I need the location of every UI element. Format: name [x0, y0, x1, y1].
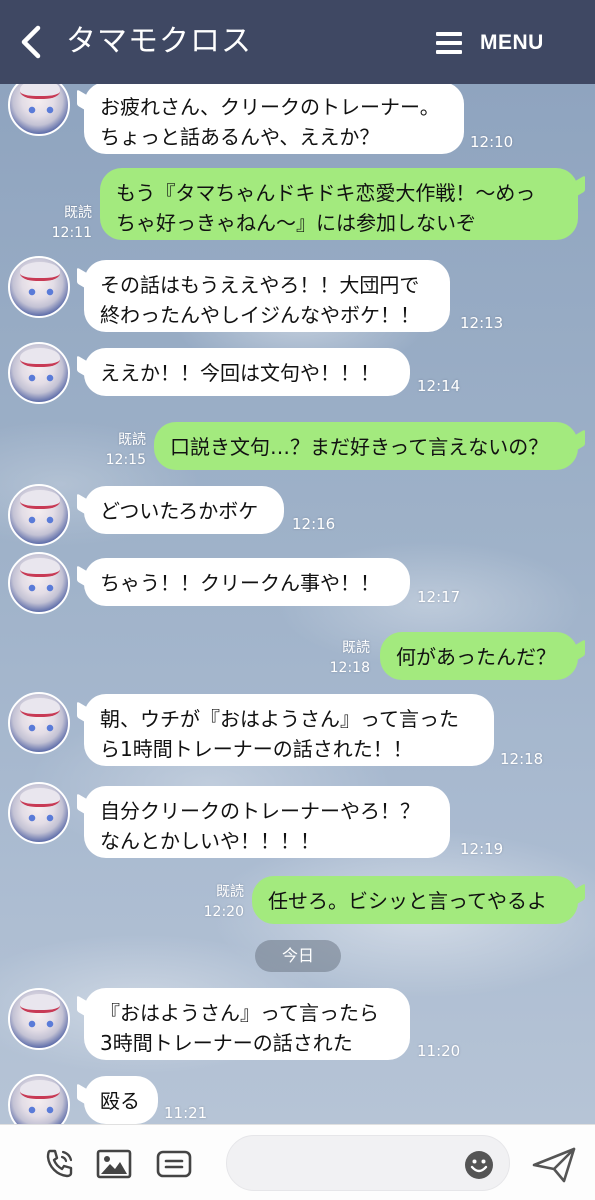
menu-button[interactable]: MENU	[436, 26, 544, 60]
message-bubble[interactable]: 任せろ。ビシッと言ってやるよ	[252, 876, 578, 924]
avatar[interactable]	[8, 552, 70, 614]
message-time: 12:20	[203, 904, 244, 920]
message-bubble[interactable]: 何があったんだ？	[380, 632, 578, 680]
message-bubble[interactable]: 朝、ウチが『おはようさん』って言った ら1時間トレーナーの話された！！	[84, 694, 494, 766]
avatar[interactable]	[8, 692, 70, 754]
message-bubble[interactable]: 『おはようさん』って言ったら 3時間トレーナーの話された	[84, 988, 410, 1060]
read-label: 既読	[118, 432, 146, 448]
message-bubble[interactable]: どついたろかボケ	[84, 486, 284, 534]
read-label: 既読	[216, 884, 244, 900]
message-time: 12:11	[51, 225, 92, 241]
message-time: 12:17	[417, 588, 461, 606]
send-icon[interactable]	[530, 1145, 578, 1185]
avatar[interactable]	[8, 84, 70, 136]
message-time: 12:14	[417, 377, 461, 395]
image-icon[interactable]	[96, 1147, 132, 1181]
message-bubble[interactable]: お疲れさん、クリークのトレーナー。 ちょっと話あるんや、ええか？	[84, 84, 464, 154]
read-receipt: 既読 12:11	[40, 203, 92, 243]
avatar[interactable]	[8, 256, 70, 318]
read-label: 既読	[64, 205, 92, 221]
message-time: 12:18	[500, 750, 544, 768]
message-time: 12:13	[460, 314, 504, 332]
avatar[interactable]	[8, 782, 70, 844]
chat-title: タマモクロス	[66, 24, 252, 59]
message-time: 12:10	[470, 133, 514, 151]
message-time: 12:19	[460, 840, 504, 858]
menu-box-icon[interactable]	[156, 1147, 192, 1181]
message-time: 11:20	[417, 1042, 461, 1060]
message-bubble[interactable]: 自分クリークのトレーナーやろ！？ なんとかしいや！！！！	[84, 786, 450, 858]
input-bar	[0, 1124, 595, 1200]
message-bubble[interactable]: 口説き文句…？まだ好きって言えないの？	[154, 422, 578, 470]
message-bubble[interactable]: ええか！！今回は文句や！！！	[84, 348, 410, 396]
date-separator: 今日	[255, 940, 341, 972]
read-receipt: 既読 12:18	[318, 638, 370, 678]
avatar[interactable]	[8, 342, 70, 404]
message-time: 11:21	[164, 1104, 208, 1122]
chat-area[interactable]: お疲れさん、クリークのトレーナー。 ちょっと話あるんや、ええか？ 12:10 既…	[0, 84, 595, 1124]
avatar[interactable]	[8, 1074, 70, 1124]
message-bubble[interactable]: 殴る	[84, 1076, 158, 1124]
message-bubble[interactable]: ちゃう！！クリークん事や！！	[84, 558, 410, 606]
avatar[interactable]	[8, 988, 70, 1050]
message-bubble[interactable]: もう『タマちゃんドキドキ恋愛大作戦！〜めっ ちゃ好っきゃねん〜』には参加しないぞ	[100, 168, 578, 240]
chevron-left-icon[interactable]	[18, 24, 48, 60]
header-bar: タマモクロス MENU	[0, 0, 595, 84]
hamburger-icon	[436, 32, 462, 54]
message-time: 12:15	[105, 452, 146, 468]
read-label: 既読	[342, 640, 370, 656]
read-receipt: 既読 12:15	[94, 430, 146, 470]
message-bubble[interactable]: その話はもうええやろ！！大団円で 終わったんやしイジんなやボケ！！	[84, 260, 450, 332]
phone-icon[interactable]	[42, 1147, 78, 1181]
message-time: 12:16	[292, 515, 336, 533]
message-time: 12:18	[329, 660, 370, 676]
smiley-icon[interactable]	[464, 1150, 494, 1180]
read-receipt: 既読 12:20	[186, 882, 244, 922]
menu-label: MENU	[480, 31, 544, 54]
avatar[interactable]	[8, 484, 70, 546]
